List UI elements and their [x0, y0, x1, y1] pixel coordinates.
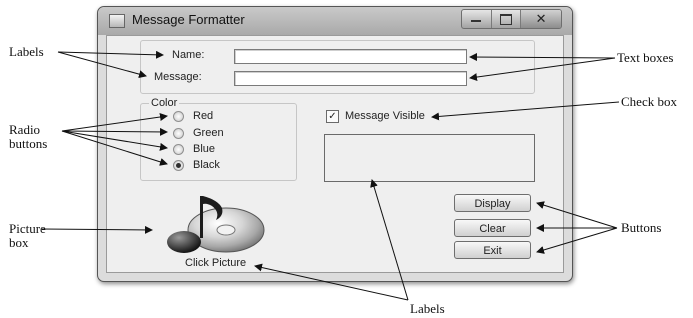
arrow-textboxes-to-message — [469, 57, 616, 82]
arrow-buttons-display — [536, 201, 618, 229]
arrow-textboxes-to-name — [469, 53, 616, 62]
arrow-radio-green — [61, 127, 168, 136]
arrow-radio-black — [61, 130, 168, 166]
arrow-labels-to-name — [57, 50, 164, 59]
arrow-radio-blue — [61, 130, 168, 151]
callout-arrows — [41, 50, 620, 301]
arrow-labels-click-picture — [254, 263, 409, 301]
arrow-checkbox — [431, 101, 620, 121]
arrow-radio-red — [61, 113, 168, 132]
arrow-labels-message-box — [370, 179, 409, 301]
arrow-buttons-exit — [536, 227, 618, 254]
arrow-picture-box — [41, 225, 153, 234]
arrow-labels-to-message — [57, 51, 147, 79]
